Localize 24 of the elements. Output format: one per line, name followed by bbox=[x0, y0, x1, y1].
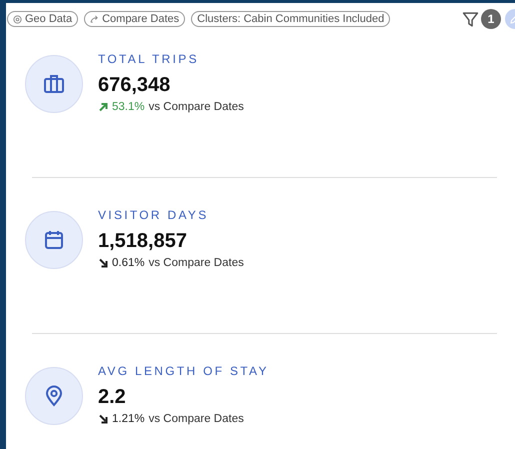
filter-chip[interactable]: Geo Data bbox=[7, 11, 78, 27]
pin-icon bbox=[13, 14, 22, 24]
change-percent: 1.21% bbox=[112, 413, 145, 425]
briefcase-icon bbox=[42, 72, 66, 96]
metric-value: 2.2 bbox=[98, 385, 126, 409]
change-percent: 0.61% bbox=[112, 257, 145, 269]
metric-title: VISITOR DAYS bbox=[98, 207, 209, 223]
filter-chip[interactable]: Clusters: Cabin Communities Included bbox=[191, 11, 390, 27]
arrows-icon bbox=[90, 14, 100, 24]
change-percent: 53.1% bbox=[112, 101, 145, 113]
metric-value: 1,518,857 bbox=[98, 229, 187, 253]
filter-icon[interactable] bbox=[462, 10, 479, 28]
comparison-label: vs Compare Dates bbox=[148, 413, 244, 425]
arrow-up-right-icon bbox=[98, 102, 108, 112]
arrow-down-right-icon bbox=[98, 258, 108, 268]
metric-title: TOTAL TRIPS bbox=[98, 51, 199, 67]
filter-count-badge: 1 bbox=[481, 9, 501, 29]
comparison-label: vs Compare Dates bbox=[148, 257, 244, 269]
filter-chip[interactable]: Compare Dates bbox=[84, 11, 186, 27]
arrow-down-right-icon bbox=[98, 414, 108, 424]
metric-value: 676,348 bbox=[98, 73, 170, 97]
calendar-icon bbox=[42, 228, 66, 252]
metric-title: AVG LENGTH OF STAY bbox=[98, 363, 269, 379]
comparison-label: vs Compare Dates bbox=[148, 101, 244, 113]
